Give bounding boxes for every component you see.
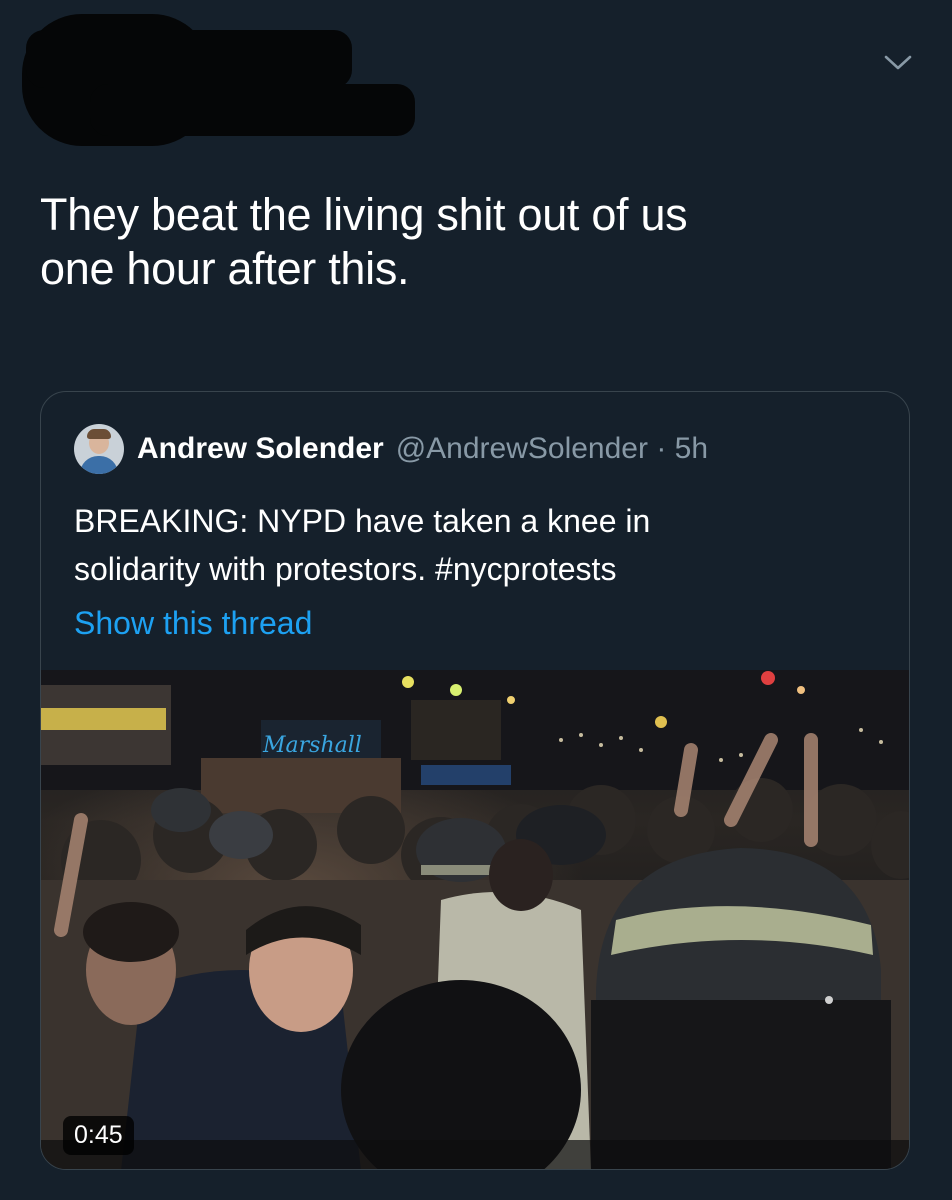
quoted-tweet-header: Andrew Solender @AndrewSolender · 5h xyxy=(74,424,708,474)
quoted-tweet-text: BREAKING: NYPD have taken a knee in soli… xyxy=(74,503,651,587)
chevron-down-icon[interactable] xyxy=(880,46,916,76)
author-handle-time: @AndrewSolender · 5h xyxy=(395,432,709,465)
show-thread-link[interactable]: Show this thread xyxy=(74,605,312,642)
store-sign: Marshall xyxy=(262,733,362,758)
redacted-handle xyxy=(90,84,415,136)
video-frame: Marshall xyxy=(41,670,909,1169)
redacted-name xyxy=(26,30,352,88)
quoted-tweet-card[interactable]: Andrew Solender @AndrewSolender · 5h BRE… xyxy=(40,391,910,1170)
avatar[interactable] xyxy=(74,424,124,474)
tweet-text: They beat the living shit out of us one … xyxy=(40,189,688,294)
video-duration: 0:45 xyxy=(63,1116,134,1155)
author-name[interactable]: Andrew Solender xyxy=(137,432,384,466)
video-player[interactable]: Marshall 0:45 xyxy=(41,670,909,1169)
